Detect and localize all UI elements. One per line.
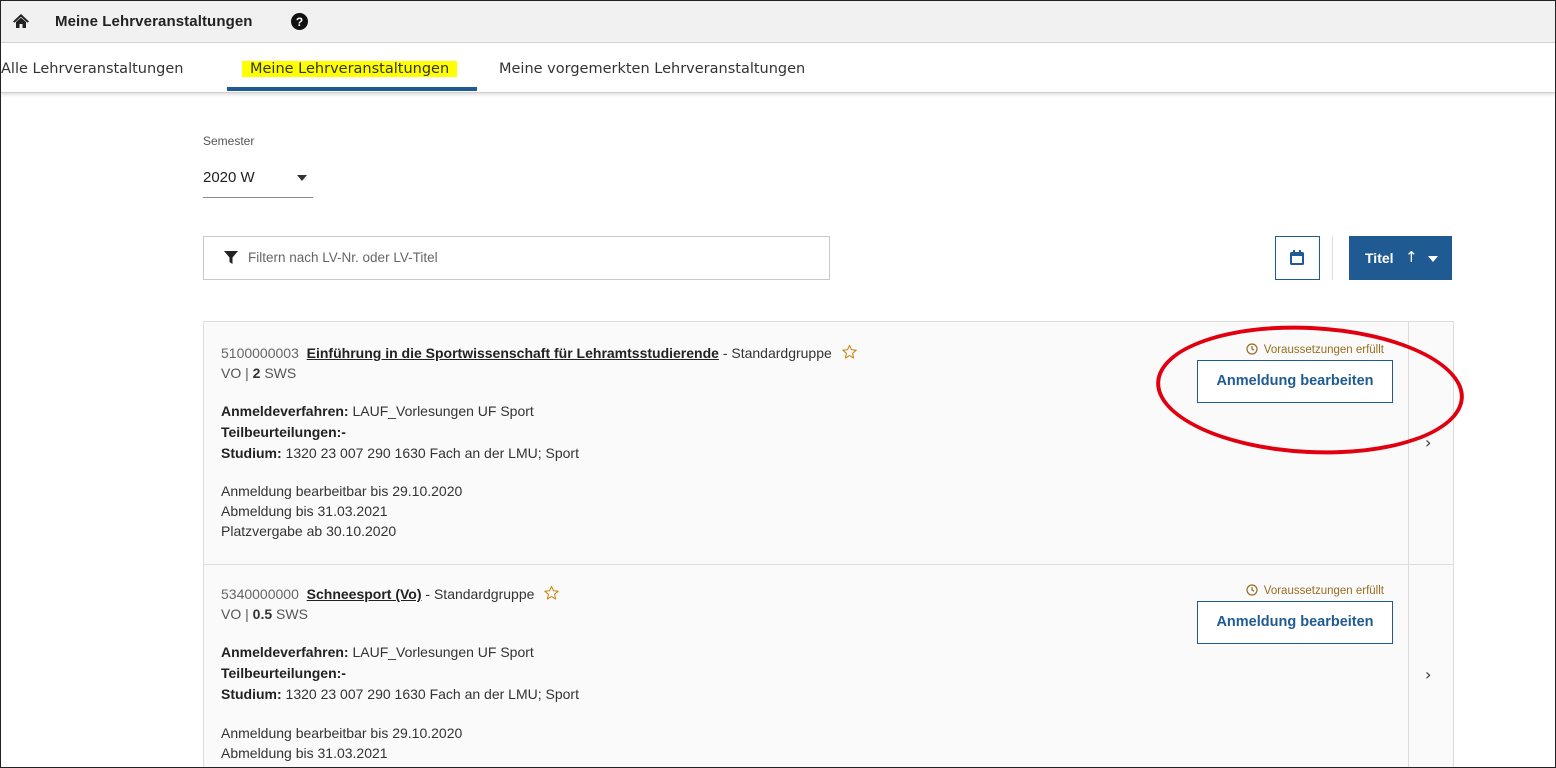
calendar-button[interactable] — [1275, 236, 1320, 280]
course-sws-value: 0.5 — [252, 606, 273, 622]
semester-select[interactable]: 2020 W — [203, 159, 313, 198]
course-sws-value: 2 — [252, 365, 261, 381]
partial-assessments: Teilbeurteilungen:- — [221, 665, 346, 681]
course-type-label: VO | — [221, 606, 249, 622]
divider — [1332, 236, 1333, 280]
tab-marked-courses[interactable]: Meine vorgemerkten Lehrveranstaltungen — [499, 61, 805, 77]
procedure-label: Anmeldeverfahren: — [221, 403, 349, 419]
deadline-edit: Anmeldung bearbeitbar bis 29.10.2020 — [221, 483, 463, 499]
prerequisite-status: Voraussetzungen erfüllt — [1246, 584, 1384, 597]
procedure-label: Anmeldeverfahren: — [221, 644, 349, 660]
deadline-deregister: Abmeldung bis 31.03.2021 — [221, 503, 388, 519]
course-group: - Standardgruppe — [722, 345, 832, 361]
question-circle-icon[interactable]: ? — [291, 13, 308, 30]
clock-icon — [1246, 584, 1258, 596]
course-group: - Standardgruppe — [425, 586, 535, 602]
course-sws-unit: SWS — [276, 606, 308, 622]
study-value: 1320 23 007 290 1630 Fach an der LMU; Sp… — [285, 686, 579, 702]
star-icon[interactable] — [543, 585, 560, 601]
course-card: 5340000000 Schneesport (Vo) - Standardgr… — [204, 564, 1453, 767]
course-type-label: VO | — [221, 365, 249, 381]
sort-button[interactable]: Titel ↑ — [1349, 236, 1452, 280]
star-icon[interactable] — [841, 344, 858, 360]
course-sws-unit: SWS — [264, 365, 297, 381]
tab-my-courses[interactable]: Meine Lehrveranstaltungen — [242, 61, 458, 77]
expand-course-button[interactable]: › — [1409, 565, 1453, 767]
course-heading: 5340000000 Schneesport (Vo) - Standardgr… — [221, 585, 560, 602]
study-label: Studium: — [221, 445, 282, 461]
home-icon[interactable] — [12, 13, 30, 29]
deadline-edit: Anmeldung bearbeitbar bis 29.10.2020 — [221, 725, 463, 741]
place-allocation: Platzvergabe ab 30.10.2020 — [221, 523, 397, 539]
course-number: 5100000003 — [221, 345, 299, 361]
prerequisite-text: Voraussetzungen erfüllt — [1263, 585, 1384, 597]
course-heading: 5100000003 Einführung in die Sportwissen… — [221, 344, 858, 361]
semester-label: Semester — [203, 134, 255, 148]
svg-text:?: ? — [296, 15, 303, 29]
procedure-value: LAUF_Vorlesungen UF Sport — [352, 644, 534, 660]
course-title-link[interactable]: Schneesport (Vo) — [307, 586, 422, 602]
course-type: VO | 0.5 SWS — [221, 606, 308, 622]
filter-icon — [224, 251, 238, 265]
registration-procedure: Anmeldeverfahren: LAUF_Vorlesungen UF Sp… — [221, 403, 534, 419]
procedure-value: LAUF_Vorlesungen UF Sport — [352, 403, 534, 419]
app-frame: Meine Lehrveranstaltungen ? Alle Lehrver… — [0, 0, 1556, 768]
header-bar: Meine Lehrveranstaltungen ? — [1, 1, 1555, 43]
study-label: Studium: — [221, 686, 282, 702]
page-title: Meine Lehrveranstaltungen — [55, 13, 253, 30]
chevron-right-icon: › — [1425, 665, 1432, 684]
course-card-body: 5340000000 Schneesport (Vo) - Standardgr… — [204, 565, 1409, 767]
course-type: VO | 2 SWS — [221, 365, 296, 381]
course-title-link[interactable]: Einführung in die Sportwissenschaft für … — [307, 345, 719, 361]
calendar-icon — [1290, 250, 1304, 265]
caret-down-icon — [297, 175, 307, 181]
course-number: 5340000000 — [221, 586, 299, 602]
active-tab-indicator — [227, 87, 477, 91]
filter-input[interactable] — [248, 237, 818, 277]
study-value: 1320 23 007 290 1630 Fach an der LMU; Sp… — [285, 445, 579, 461]
study-program: Studium: 1320 23 007 290 1630 Fach an de… — [221, 445, 579, 461]
semester-value: 2020 W — [203, 169, 255, 186]
sort-label: Titel — [1365, 250, 1394, 266]
filter-field[interactable] — [203, 236, 830, 280]
edit-registration-button[interactable]: Anmeldung bearbeiten — [1197, 601, 1393, 644]
study-program: Studium: 1320 23 007 290 1630 Fach an de… — [221, 686, 579, 702]
arrow-up-icon: ↑ — [1405, 248, 1418, 266]
partial-assessments: Teilbeurteilungen:- — [221, 424, 346, 440]
registration-procedure: Anmeldeverfahren: LAUF_Vorlesungen UF Sp… — [221, 644, 534, 660]
caret-down-icon — [1428, 256, 1438, 262]
tab-all-courses[interactable]: Alle Lehrveranstaltungen — [1, 61, 183, 77]
deadline-deregister: Abmeldung bis 31.03.2021 — [221, 745, 388, 761]
tab-bar: Alle Lehrveranstaltungen Meine Lehrveran… — [1, 43, 1555, 93]
